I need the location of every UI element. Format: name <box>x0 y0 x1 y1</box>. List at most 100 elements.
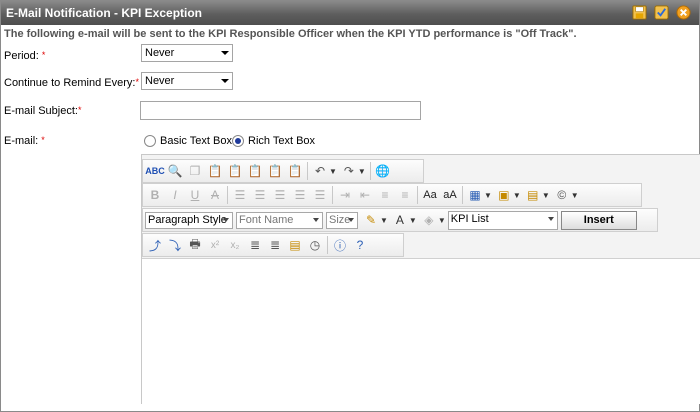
redo-dropdown-icon[interactable]: ▼ <box>358 167 366 176</box>
check-spelling-icon[interactable] <box>654 5 669 20</box>
help-icon[interactable]: ? <box>350 235 370 255</box>
superscript-format-icon[interactable]: Aa <box>420 185 440 205</box>
subscript-format-icon[interactable]: aA <box>440 185 460 205</box>
chevron-down-icon <box>547 216 554 221</box>
kpi-list-value: KPI List <box>450 212 489 225</box>
image-dropdown-icon[interactable]: ▼ <box>513 191 521 200</box>
template-icon[interactable]: ▤ <box>285 235 305 255</box>
redo-icon[interactable]: ↷ <box>339 161 359 181</box>
font-size-select[interactable]: Size <box>326 211 358 229</box>
hyperlink-icon[interactable]: 🌐 <box>373 161 393 181</box>
align-center-icon[interactable]: ☰ <box>250 185 270 205</box>
subscript-icon[interactable]: x₂ <box>225 235 245 255</box>
close-icon[interactable] <box>676 5 691 20</box>
period-label-text: Period: <box>4 50 39 62</box>
save-icon[interactable] <box>632 5 647 20</box>
symbol-icon[interactable]: © <box>552 185 572 205</box>
font-color-icon[interactable]: A <box>390 210 410 230</box>
email-subject-input[interactable] <box>140 101 421 120</box>
indent-icon[interactable]: ⇥ <box>335 185 355 205</box>
separator <box>332 186 333 204</box>
paste-text-icon[interactable]: 📋 <box>225 161 245 181</box>
required-mark: * <box>41 50 46 60</box>
numbered-list-icon[interactable]: ≡ <box>375 185 395 205</box>
font-name-select[interactable]: Font Name <box>236 211 323 229</box>
font-name-value: Font Name <box>239 213 294 226</box>
insert-icon[interactable]: ▤ <box>523 185 543 205</box>
rich-text-radio[interactable]: Rich Text Box <box>232 135 315 147</box>
title-icons <box>632 5 691 20</box>
remove-alignment-icon[interactable]: ☰ <box>310 185 330 205</box>
separator <box>227 186 228 204</box>
superscript-icon[interactable]: x² <box>205 235 225 255</box>
remind-select[interactable]: Never <box>141 72 233 90</box>
period-label: Period: * <box>4 50 45 62</box>
toolbar-row-2: B I U A ☰ ☰ ☰ ☰ ☰ ⇥ ⇤ ≡ ≡ Aa aA ▦ ▼ ▣ ▼ ▤ ▼… <box>142 183 642 207</box>
subject-label-text: E-mail Subject: <box>4 105 78 117</box>
email-label-text: E-mail: <box>4 135 39 147</box>
remind-label-text: Continue to Remind Every: <box>4 77 136 89</box>
format-stripper-icon[interactable]: ≣ <box>245 235 265 255</box>
radio-button-selected[interactable] <box>232 135 244 147</box>
window-title: E-Mail Notification - KPI Exception <box>6 6 203 20</box>
font-color-dropdown-icon[interactable]: ▼ <box>409 216 417 225</box>
find-icon[interactable]: 🔍 <box>165 161 185 181</box>
underline-icon[interactable]: U <box>185 185 205 205</box>
italic-icon[interactable]: I <box>165 185 185 205</box>
align-left-icon[interactable]: ☰ <box>230 185 250 205</box>
spell-check-icon[interactable]: ABC <box>145 161 165 181</box>
paragraph-style-value: Paragraph Style <box>148 213 227 226</box>
paste-icon[interactable]: 📋 <box>205 161 225 181</box>
table-dropdown-icon[interactable]: ▼ <box>484 191 492 200</box>
strikethrough-icon[interactable]: A <box>205 185 225 205</box>
horizontal-rule-icon[interactable]: ≣ <box>265 235 285 255</box>
bullet-list-icon[interactable]: ≡ <box>395 185 415 205</box>
symbol-dropdown-icon[interactable]: ▼ <box>571 191 579 200</box>
rich-text-label: Rich Text Box <box>248 135 316 147</box>
table-icon[interactable]: ▦ <box>465 185 485 205</box>
insert-button[interactable]: Insert <box>560 210 637 230</box>
period-select[interactable]: Never <box>141 44 233 62</box>
toolbar-row-3: Paragraph Style Font Name Size ✎ ▼ A ▼ ◈ ▼ … <box>142 208 658 232</box>
background-color-icon[interactable]: ◈ <box>419 210 439 230</box>
print-icon[interactable]: 🖶 <box>185 235 205 255</box>
undo-icon[interactable]: ↶ <box>310 161 330 181</box>
toolbar-row-1: ABC 🔍 ❐ 📋 📋 📋 📋 📋 ↶ ▼ ↷ ▼ 🌐 <box>142 159 424 183</box>
outdent-icon[interactable]: ⇤ <box>355 185 375 205</box>
kpi-list-select[interactable]: KPI List <box>447 210 558 230</box>
highlight-icon[interactable]: ✎ <box>361 210 381 230</box>
image-icon[interactable]: ▣ <box>494 185 514 205</box>
period-select-value: Never <box>145 47 175 59</box>
paste-html-icon[interactable]: 📋 <box>265 161 285 181</box>
paste-special-icon[interactable]: 📋 <box>285 161 305 181</box>
insert-dropdown-icon[interactable]: ▼ <box>542 191 550 200</box>
basic-text-radio[interactable]: Basic Text Box <box>144 135 232 147</box>
paragraph-style-select[interactable]: Paragraph Style <box>145 211 233 229</box>
bold-icon[interactable]: B <box>145 185 165 205</box>
separator <box>462 186 463 204</box>
title-bar: E-Mail Notification - KPI Exception <box>1 1 699 25</box>
chevron-down-icon <box>348 217 354 222</box>
export-icon[interactable]: ⤴ <box>145 235 165 255</box>
rich-text-editor: ABC 🔍 ❐ 📋 📋 📋 📋 📋 ↶ ▼ ↷ ▼ 🌐 B I U A ☰ ☰ ☰ … <box>141 154 700 404</box>
chevron-down-icon <box>221 51 229 55</box>
justify-icon[interactable]: ☰ <box>290 185 310 205</box>
background-color-dropdown-icon[interactable]: ▼ <box>438 216 446 225</box>
separator <box>369 162 371 180</box>
editor-content-area[interactable] <box>142 258 700 404</box>
highlight-dropdown-icon[interactable]: ▼ <box>380 216 388 225</box>
separator <box>307 162 308 180</box>
info-icon[interactable]: ⓘ <box>330 235 350 255</box>
copy-icon[interactable]: ❐ <box>185 161 205 181</box>
separator <box>417 186 418 204</box>
import-icon[interactable]: ⤵ <box>165 235 185 255</box>
required-mark: * <box>41 135 45 145</box>
subject-label: E-mail Subject:* <box>4 105 82 117</box>
radio-button[interactable] <box>144 135 156 147</box>
undo-dropdown-icon[interactable]: ▼ <box>329 167 337 176</box>
basic-text-label: Basic Text Box <box>160 135 232 147</box>
clock-icon[interactable]: ◷ <box>305 235 325 255</box>
notification-description: The following e-mail will be sent to the… <box>4 28 577 40</box>
align-right-icon[interactable]: ☰ <box>270 185 290 205</box>
paste-word-icon[interactable]: 📋 <box>245 161 265 181</box>
